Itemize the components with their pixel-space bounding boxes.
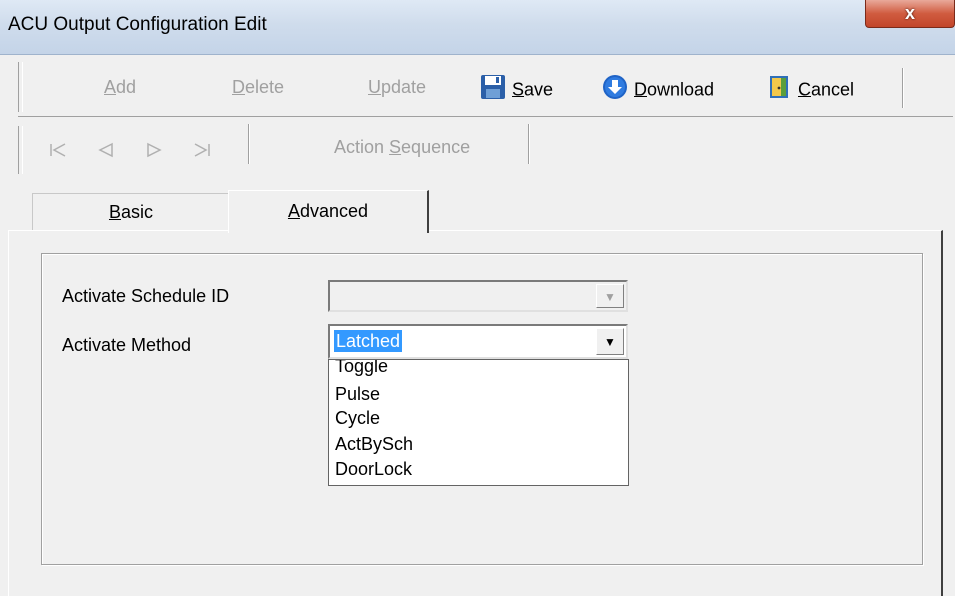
toolbar-separator (248, 124, 250, 164)
toolbar-grip (18, 126, 23, 174)
chevron-down-icon[interactable]: ▼ (596, 284, 624, 308)
tab-advanced[interactable]: Advanced (228, 190, 429, 233)
activate-method-combo[interactable]: Latched ▼ (328, 324, 628, 359)
navigation-toolbar: Action Sequence (18, 120, 558, 178)
next-record-icon[interactable] (144, 140, 164, 160)
list-item[interactable]: Cycle (335, 406, 380, 430)
add-button[interactable]: Add (104, 74, 136, 100)
previous-record-icon[interactable] (96, 140, 116, 160)
schedule-id-label: Activate Schedule ID (62, 286, 230, 306)
toolbar-separator (902, 68, 904, 108)
chevron-down-icon[interactable]: ▼ (596, 328, 624, 355)
cancel-button[interactable]: Cancel (768, 74, 854, 100)
save-button[interactable]: Save (480, 74, 553, 100)
activate-method-value: Latched (334, 330, 403, 352)
list-item[interactable]: Pulse (335, 382, 380, 406)
main-toolbar: Add Delete Update Save Download Cancel (18, 58, 953, 117)
action-sequence-button[interactable]: Action Sequence (334, 134, 470, 160)
update-button[interactable]: Update (368, 74, 426, 100)
download-arrow-icon (602, 74, 628, 107)
toolbar-grip (18, 62, 23, 112)
exit-door-icon (768, 74, 792, 107)
close-icon: x (904, 3, 915, 23)
title-bar: ACU Output Configuration Edit x (0, 0, 955, 55)
last-record-icon[interactable] (192, 140, 212, 160)
window-title: ACU Output Configuration Edit (8, 14, 267, 35)
list-item[interactable]: ActBySch (335, 432, 413, 456)
first-record-icon[interactable] (48, 140, 68, 160)
download-button[interactable]: Download (602, 74, 714, 100)
toolbar-separator (528, 124, 530, 164)
delete-button[interactable]: Delete (232, 74, 284, 100)
activate-method-dropdown-list: Toggle Pulse Cycle ActBySch DoorLock (328, 359, 629, 486)
close-button[interactable]: x (865, 0, 955, 28)
activate-method-label: Activate Method (62, 335, 192, 355)
floppy-disk-icon (480, 74, 506, 107)
list-item[interactable]: Toggle (335, 360, 388, 378)
list-item[interactable]: DoorLock (335, 457, 412, 481)
tab-basic[interactable]: Basic (32, 193, 230, 231)
schedule-id-combo[interactable]: ▼ (328, 280, 628, 312)
